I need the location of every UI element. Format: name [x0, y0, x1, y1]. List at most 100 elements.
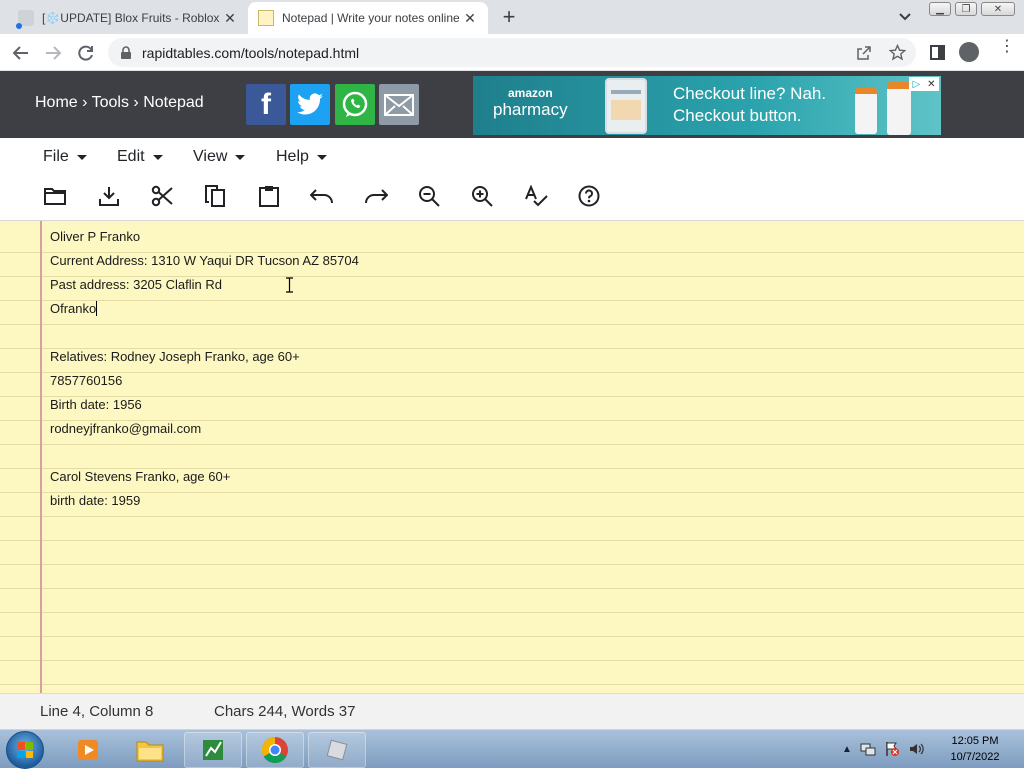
undo-icon: [310, 189, 333, 204]
taskbar-media-player[interactable]: [59, 732, 117, 768]
roblox-icon: [326, 739, 348, 761]
ad-brand-top: amazon: [507, 86, 553, 100]
undo-button[interactable]: [309, 183, 335, 209]
note-line: Oliver P Franko: [50, 229, 141, 244]
cut-button[interactable]: [149, 183, 175, 209]
ad-headline-1: Checkout line? Nah.: [673, 84, 827, 103]
facebook-icon: f: [261, 87, 271, 121]
notepad-textarea[interactable]: Oliver P Franko Current Address: 1310 W …: [0, 221, 1024, 693]
taskbar-roblox[interactable]: [308, 732, 366, 768]
help-icon: [578, 185, 600, 207]
open-folder-icon: [44, 188, 66, 205]
ibeam-cursor-icon: [286, 277, 293, 293]
show-hidden-icons-icon[interactable]: ▲: [842, 744, 852, 755]
note-line: [50, 321, 1010, 345]
share-facebook-button[interactable]: f: [246, 84, 286, 125]
taskbar-clock[interactable]: 12:05 PM 10/7/2022: [944, 733, 1006, 765]
menu-label: Edit: [117, 148, 145, 165]
paper-margin-line: [40, 221, 42, 693]
redo-button[interactable]: [363, 183, 389, 209]
advertisement-banner[interactable]: amazon pharmacy Checkout line? Nah. Chec…: [473, 76, 941, 135]
window-close-button[interactable]: ✕: [978, 0, 1018, 18]
zoom-out-icon: [419, 186, 440, 207]
note-line: Relatives: Rodney Joseph Franko, age 60+: [50, 349, 300, 364]
note-text[interactable]: Oliver P Franko Current Address: 1310 W …: [50, 225, 1010, 513]
taskbar-chrome[interactable]: [246, 732, 304, 768]
spellcheck-button[interactable]: [523, 183, 549, 209]
note-line: Ofranko: [50, 297, 1010, 321]
menu-file[interactable]: File: [43, 148, 87, 166]
note-line-text: Ofranko: [50, 301, 97, 316]
taskbar-file-explorer[interactable]: [121, 732, 179, 768]
media-player-icon: [78, 740, 98, 760]
notepad-favicon-icon: [258, 10, 274, 26]
adchoices-icon[interactable]: ▷ ✕: [909, 77, 939, 91]
help-button[interactable]: [576, 183, 602, 209]
reload-button[interactable]: [75, 42, 97, 64]
share-page-icon[interactable]: [856, 45, 872, 61]
forward-button[interactable]: [42, 42, 64, 64]
editor-toolbar: [0, 176, 1024, 221]
volume-icon[interactable]: [908, 741, 924, 757]
taskbar-recording-app[interactable]: [184, 732, 242, 768]
tab-blox-fruits[interactable]: [❄️UPDATE] Blox Fruits - Roblox ✕: [8, 2, 248, 34]
download-button[interactable]: [96, 183, 122, 209]
window-restore-button[interactable]: ❐: [952, 0, 980, 18]
share-whatsapp-button[interactable]: [335, 84, 375, 125]
caret-down-icon: [76, 154, 87, 160]
breadcrumb-home-link[interactable]: Home: [35, 94, 78, 111]
ad-brand: amazon pharmacy: [493, 86, 568, 120]
open-file-button[interactable]: [42, 183, 68, 209]
text-cursor: [96, 301, 98, 316]
system-tray: ▲: [842, 739, 924, 759]
tab-search-chevron-icon[interactable]: [896, 9, 914, 25]
profile-avatar[interactable]: [959, 42, 979, 62]
copy-button[interactable]: [202, 183, 228, 209]
window-minimize-button[interactable]: ▁: [926, 0, 954, 18]
paste-button[interactable]: [256, 183, 282, 209]
share-twitter-button[interactable]: [290, 84, 330, 125]
back-arrow-icon: [12, 46, 28, 60]
note-line: 7857760156: [50, 373, 123, 388]
browser-tab-strip: [❄️UPDATE] Blox Fruits - Roblox ✕ Notepa…: [0, 0, 1024, 34]
note-line: birth date: 1959: [50, 493, 141, 508]
tab-close-icon[interactable]: ✕: [222, 10, 238, 26]
copy-icon: [205, 185, 225, 207]
side-panel-icon[interactable]: [930, 45, 945, 60]
zoom-in-button[interactable]: [469, 183, 495, 209]
tab-close-icon[interactable]: ✕: [462, 10, 478, 26]
bookmark-star-icon[interactable]: [889, 44, 906, 61]
address-bar[interactable]: rapidtables.com/tools/notepad.html: [108, 38, 916, 67]
start-button[interactable]: [6, 731, 44, 769]
action-center-flag-icon[interactable]: [884, 741, 900, 757]
tab-title: Notepad | Write your notes online: [282, 11, 460, 25]
cursor-position-status: Line 4, Column 8: [40, 703, 154, 720]
menu-bar: File Edit View Help: [0, 138, 1024, 176]
site-header: Home › Tools › Notepad f amazon pharmacy…: [0, 71, 1024, 138]
clock-time: 12:05 PM: [951, 735, 999, 747]
windows-logo-icon: [17, 742, 33, 758]
back-button[interactable]: [10, 42, 32, 64]
menu-label: Help: [276, 148, 309, 165]
folder-icon: [136, 741, 164, 762]
network-icon[interactable]: [860, 741, 876, 757]
menu-view[interactable]: View: [193, 148, 246, 166]
forward-arrow-icon: [46, 46, 62, 60]
new-tab-button[interactable]: +: [498, 6, 520, 29]
breadcrumb: Home › Tools › Notepad: [35, 94, 204, 112]
caret-down-icon: [316, 154, 327, 160]
tab-notepad[interactable]: Notepad | Write your notes online ✕: [248, 2, 488, 34]
menu-edit[interactable]: Edit: [117, 148, 163, 166]
windows-taskbar: ▲ 12:05 PM 10/7/2022: [0, 729, 1024, 769]
zoom-out-button[interactable]: [416, 183, 442, 209]
note-line: [50, 441, 1010, 465]
share-email-button[interactable]: [379, 84, 419, 125]
chrome-menu-icon[interactable]: ⋮: [999, 39, 1015, 55]
menu-help[interactable]: Help: [276, 148, 327, 166]
email-envelope-icon: [384, 93, 414, 116]
breadcrumb-tools-link[interactable]: Tools: [92, 94, 129, 111]
chrome-icon: [261, 736, 288, 764]
spellcheck-icon: [525, 185, 548, 207]
breadcrumb-current: Notepad: [143, 94, 204, 111]
zoom-in-icon: [472, 186, 493, 207]
